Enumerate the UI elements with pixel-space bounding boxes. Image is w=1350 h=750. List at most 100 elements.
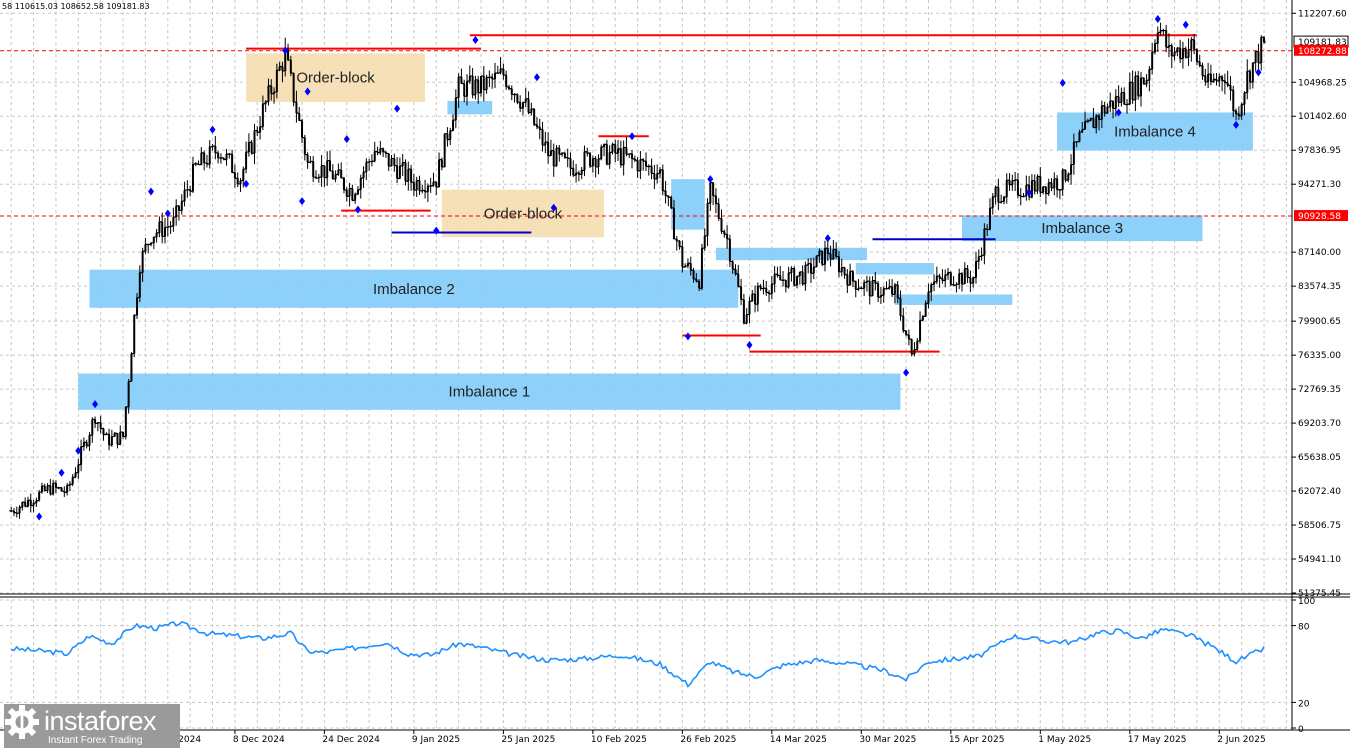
instaforex-logo: instaforex Instant Forex Trading [4,704,180,748]
candle-body [49,485,52,494]
ohlc-readout: 58 110615.03 108652.58 109181.83 [2,2,150,11]
candle-body [446,133,449,140]
candle-body [208,146,211,165]
zone-label: Imbalance 1 [449,384,531,401]
candle-body [29,500,32,506]
candle-body [292,73,295,103]
candle-body [907,334,910,340]
candle-body [1005,180,1008,198]
candle-body [155,232,158,238]
candle-body [1042,186,1045,193]
chart-area[interactable]: Imbalance 1 Imbalance 2 Imbalance 3 Imbalan… [0,0,1350,750]
candle-body [572,168,575,176]
time-tick-label: 1 May 2025 [1038,735,1091,745]
imbalance-zone [671,179,705,230]
candle-body [180,201,183,211]
candle-body [790,268,793,273]
candle-body [737,273,740,287]
candle-body [499,68,502,73]
candle-body [541,129,544,146]
candle-body [426,186,429,192]
candle-body [896,284,899,299]
candle-body [1131,82,1134,100]
candle-body [728,238,731,262]
candle-body [1114,96,1117,109]
candle-body [66,485,69,493]
candle-body [152,237,155,243]
candle-body [1170,45,1173,56]
candle-body [1134,75,1137,100]
candle-body [449,130,452,140]
candle-body [177,205,180,211]
candle-body [124,406,127,437]
price-tick-label: 87140.00 [1298,248,1341,258]
candle-body [1156,32,1159,44]
candle-body [303,137,306,155]
candle-body [21,502,24,508]
candle-body [1033,180,1036,192]
candle-body [519,102,522,109]
candle-body [359,178,362,190]
candle-body [1098,115,1101,120]
fractal-down-marker [299,197,306,206]
candle-body [54,483,57,488]
candle-body [765,288,768,293]
candle-body [784,280,787,287]
candle-body [636,160,639,171]
candle-body [1201,65,1204,76]
candle-body [1232,90,1235,111]
candle-body [1176,48,1179,52]
candle-body [530,108,533,113]
candle-body [351,188,354,201]
candle-body [913,349,916,354]
candle-body [46,485,49,491]
candle-body [387,153,390,167]
candle-body [1209,74,1212,82]
candle-body [1207,74,1210,82]
gear-logo-icon [5,705,39,739]
candle-body [480,75,483,93]
price-tick-label: 104968.25 [1298,78,1347,88]
candle-body [977,256,980,262]
candle-body [921,316,924,321]
candle-body [52,483,55,494]
candle-body [133,315,136,354]
candle-body [466,81,469,97]
candle-body [840,267,843,272]
candle-body [608,152,611,165]
candle-body [958,273,961,285]
candle-body [233,172,236,179]
candle-body [639,159,642,171]
candle-body [443,133,446,168]
candle-body [407,169,410,182]
fractal-up-marker [394,104,401,113]
candle-body [175,205,178,218]
candle-body [362,171,365,179]
candle-body [348,188,351,197]
fractal-up-marker [472,36,479,45]
time-tick-label: 2 Jun 2025 [1217,735,1265,745]
candle-body [1053,178,1056,188]
candle-body [734,269,737,274]
candle-body [726,234,729,239]
candle-body [477,79,480,93]
time-tick-label: 26 Feb 2025 [680,735,736,745]
candle-body [1070,164,1073,175]
candle-body [1142,77,1145,85]
candle-body [815,255,818,267]
candle-body [770,283,773,294]
time-tick-label: 10 Feb 2025 [591,735,647,745]
time-tick-label: 8 Dec 2024 [233,735,285,745]
candle-body [432,181,435,186]
candle-body [924,303,927,317]
candle-body [563,153,566,158]
candle-body [664,190,667,196]
candle-body [412,182,415,191]
candle-body [801,271,804,284]
chart-canvas[interactable]: Imbalance 1 Imbalance 2 Imbalance 3 Imbalan… [0,0,1350,750]
candle-body [692,270,695,279]
price-tick-label: 97836.95 [1298,146,1341,156]
candle-body [340,169,343,179]
candle-body [1078,131,1081,142]
candle-body [1050,182,1053,188]
